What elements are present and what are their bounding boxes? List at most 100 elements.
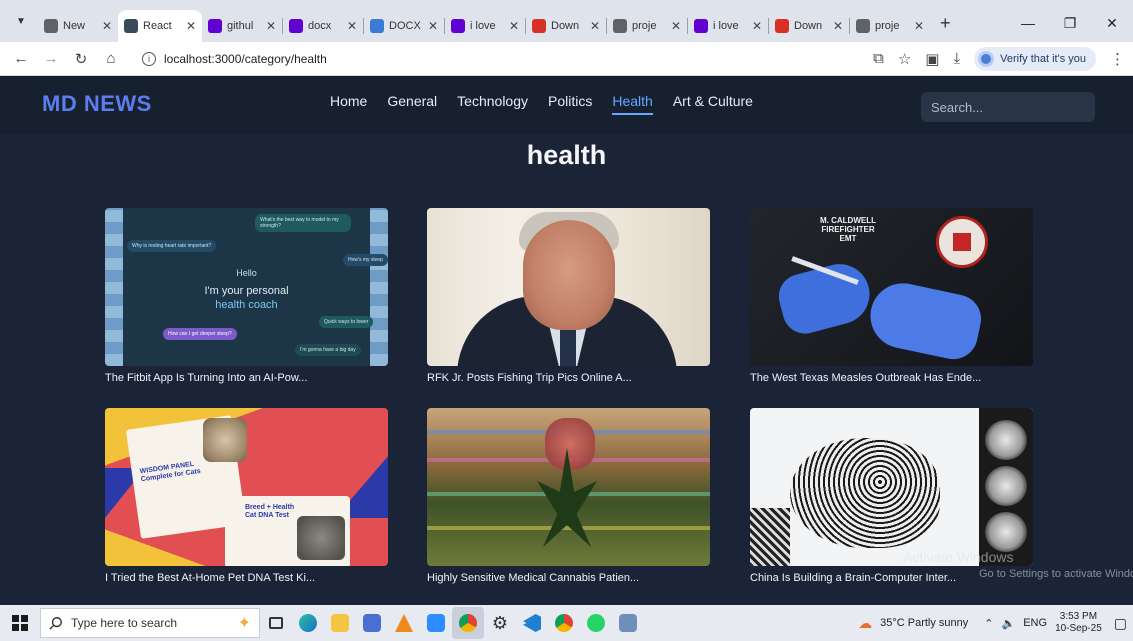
nav-links: Home General Technology Politics Health Art &… xyxy=(330,93,753,115)
tab-label: githul xyxy=(227,20,254,32)
tab-close-icon[interactable]: ✕ xyxy=(266,19,276,33)
close-window-icon[interactable]: ✕ xyxy=(1091,15,1133,32)
article-card[interactable]: Highly Sensitive Medical Cannabis Patien… xyxy=(427,408,710,584)
verify-label: Verify that it's you xyxy=(1000,52,1086,65)
notifications-icon[interactable]: ▢ xyxy=(1114,615,1127,632)
taskbar-clock[interactable]: 3:53 PM 10-Sep-25 xyxy=(1055,611,1102,635)
article-card[interactable]: RFK Jr. Posts Fishing Trip Pics Online A… xyxy=(427,208,710,384)
site-navbar: MD NEWS Home General Technology Politics Hea… xyxy=(0,76,1133,134)
browser-tab[interactable]: proje ✕ xyxy=(850,10,930,42)
tabs-list: New ✕ React ✕ githul ✕ docx ✕ DOCX ✕ i love ✕ Down ✕ p… xyxy=(38,10,930,42)
chrome-icon xyxy=(44,19,58,33)
nav-link-general[interactable]: General xyxy=(387,93,437,115)
tab-close-icon[interactable]: ✕ xyxy=(752,19,762,33)
browser-tab[interactable]: i love ✕ xyxy=(688,10,768,42)
tab-search-menu-button[interactable]: ▼ xyxy=(8,8,34,34)
forward-arrow-icon[interactable]: → xyxy=(38,46,64,72)
weather-icon: ☁ xyxy=(858,614,873,631)
taskbar-search-box[interactable]: Type here to search ✦ xyxy=(40,608,260,638)
browser-tab[interactable]: githul ✕ xyxy=(202,10,282,42)
nav-link-home[interactable]: Home xyxy=(330,93,367,115)
bookmark-star-icon[interactable]: ☆ xyxy=(898,50,911,68)
article-card[interactable]: M. CALDWELL FIREFIGHTER EMT The West Tex… xyxy=(750,208,1033,384)
vaccine-syringe-image: M. CALDWELL FIREFIGHTER EMT xyxy=(750,208,1033,366)
toolbar-actions: ⧉ ☆ ▣ ⤓ Verify that it's you ⋮ xyxy=(873,46,1125,71)
site-search-box xyxy=(921,92,1107,122)
tab-close-icon[interactable]: ✕ xyxy=(347,19,357,33)
tab-close-icon[interactable]: ✕ xyxy=(509,19,519,33)
profile-avatar-icon xyxy=(978,50,995,67)
tab-close-icon[interactable]: ✕ xyxy=(186,19,196,33)
browser-tab[interactable]: New ✕ xyxy=(38,10,118,42)
browser-toolbar: ← → ↻ ⌂ i localhost:3000/category/health… xyxy=(0,42,1133,76)
store-icon[interactable] xyxy=(356,607,388,639)
category-heading: health xyxy=(526,140,607,170)
start-button[interactable] xyxy=(0,605,40,641)
verify-profile-button[interactable]: Verify that it's you xyxy=(974,46,1096,71)
browser-tab[interactable]: proje ✕ xyxy=(607,10,687,42)
browser-tab[interactable]: React ✕ xyxy=(118,10,202,42)
settings-gear-icon[interactable]: ⚙ xyxy=(484,607,516,639)
zoom-icon[interactable] xyxy=(420,607,452,639)
tab-close-icon[interactable]: ✕ xyxy=(102,19,112,33)
magnifier-icon xyxy=(49,617,62,630)
nav-link-technology[interactable]: Technology xyxy=(457,93,528,115)
restore-icon[interactable]: ❐ xyxy=(1049,15,1091,32)
browser-tab[interactable]: i love ✕ xyxy=(445,10,525,42)
site-search-input[interactable] xyxy=(931,99,1107,115)
fitbit-ai-coach-image: What's the best way to model to my stren… xyxy=(105,208,388,366)
tab-close-icon[interactable]: ✕ xyxy=(833,19,843,33)
reload-icon[interactable]: ↻ xyxy=(68,46,94,72)
windows-logo-icon xyxy=(12,615,28,631)
chrome-profile-icon[interactable] xyxy=(548,607,580,639)
article-card[interactable]: WISDOM PANEL Complete for Cats Breed + H… xyxy=(105,408,388,584)
photos-icon[interactable] xyxy=(612,607,644,639)
minimize-icon[interactable]: — xyxy=(1007,15,1049,32)
language-indicator[interactable]: ENG xyxy=(1023,617,1047,629)
yahoo-icon xyxy=(289,19,303,33)
nav-link-art-culture[interactable]: Art & Culture xyxy=(673,93,753,115)
article-title[interactable]: The West Texas Measles Outbreak Has Ende… xyxy=(750,372,1033,384)
new-tab-button[interactable]: + xyxy=(940,13,951,34)
address-bar[interactable]: i localhost:3000/category/health xyxy=(132,45,864,72)
browser-menu-icon[interactable]: ⋮ xyxy=(1110,50,1125,68)
article-card[interactable]: What's the best way to model to my stren… xyxy=(105,208,388,384)
extensions-icon[interactable]: ▣ xyxy=(925,50,939,68)
article-title[interactable]: RFK Jr. Posts Fishing Trip Pics Online A… xyxy=(427,372,710,384)
file-explorer-icon[interactable] xyxy=(324,607,356,639)
edge-icon[interactable] xyxy=(292,607,324,639)
weather-text[interactable]: 35°C Partly sunny xyxy=(880,617,968,629)
download-icon[interactable]: ⤓ xyxy=(953,50,960,67)
nav-link-health[interactable]: Health xyxy=(612,93,653,115)
browser-tab[interactable]: Down ✕ xyxy=(526,10,606,42)
vscode-icon[interactable] xyxy=(516,607,548,639)
browser-tab[interactable]: Down ✕ xyxy=(769,10,849,42)
nav-link-politics[interactable]: Politics xyxy=(548,93,592,115)
install-app-icon[interactable]: ⧉ xyxy=(873,50,884,67)
site-logo[interactable]: MD NEWS xyxy=(42,91,152,117)
tab-label: i love xyxy=(713,20,739,32)
web-page: MD NEWS Home General Technology Politics Hea… xyxy=(0,76,1133,605)
article-title[interactable]: I Tried the Best At-Home Pet DNA Test Ki… xyxy=(105,572,388,584)
tab-close-icon[interactable]: ✕ xyxy=(671,19,681,33)
react-app-icon xyxy=(124,19,138,33)
article-title[interactable]: The Fitbit App Is Turning Into an AI-Pow… xyxy=(105,372,388,384)
chrome-taskbar-icon[interactable] xyxy=(452,607,484,639)
tab-close-icon[interactable]: ✕ xyxy=(428,19,438,33)
article-title[interactable]: Highly Sensitive Medical Cannabis Patien… xyxy=(427,572,710,584)
whatsapp-icon[interactable] xyxy=(580,607,612,639)
browser-tab[interactable]: DOCX ✕ xyxy=(364,10,444,42)
back-arrow-icon[interactable]: ← xyxy=(8,46,34,72)
tab-label: proje xyxy=(875,20,900,32)
activate-windows-watermark: Activate Windows Go to Settings to activ… xyxy=(903,549,1133,580)
vlc-icon[interactable] xyxy=(388,607,420,639)
browser-tab[interactable]: docx ✕ xyxy=(283,10,363,42)
tab-close-icon[interactable]: ✕ xyxy=(590,19,600,33)
home-icon[interactable]: ⌂ xyxy=(98,46,124,72)
site-info-icon[interactable]: i xyxy=(142,51,156,66)
volume-icon[interactable]: 🔈 xyxy=(1002,617,1016,630)
circle-icon xyxy=(370,19,384,33)
tray-chevron-icon[interactable]: ⌃ xyxy=(984,617,993,630)
tab-close-icon[interactable]: ✕ xyxy=(914,19,924,33)
task-view-icon[interactable] xyxy=(260,607,292,639)
